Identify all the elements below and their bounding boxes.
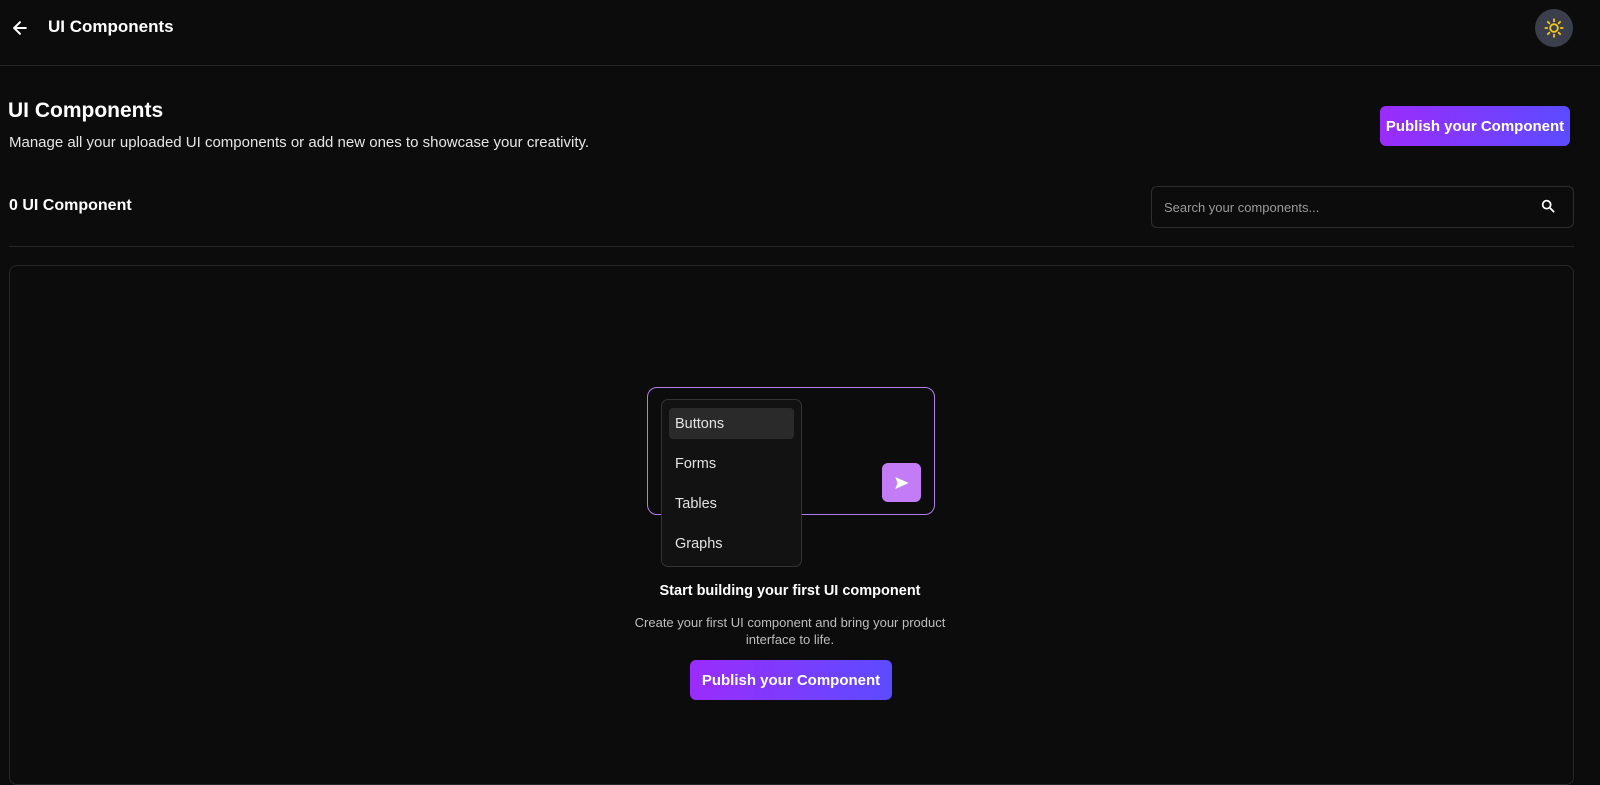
publish-component-button[interactable]: Publish your Component	[1380, 106, 1570, 146]
top-bar: UI Components	[0, 0, 1600, 66]
header-title: UI Components	[48, 17, 174, 36]
illustration-dropdown-menu: Buttons Forms Tables Graphs	[661, 399, 802, 567]
empty-state-description: Create your first UI component and bring…	[634, 615, 946, 647]
menu-item-buttons[interactable]: Buttons	[669, 408, 794, 439]
component-count: 0 UI Component	[9, 197, 132, 214]
theme-toggle-button[interactable]	[1535, 9, 1573, 47]
sun-icon	[1544, 18, 1564, 38]
empty-state-title: Start building your first UI component	[659, 583, 921, 599]
back-button[interactable]	[8, 16, 32, 40]
search-field	[1151, 186, 1574, 228]
menu-item-tables[interactable]: Tables	[669, 488, 794, 519]
search-icon[interactable]	[1540, 198, 1556, 214]
divider	[9, 246, 1574, 247]
send-icon	[894, 476, 909, 489]
empty-state-publish-button[interactable]: Publish your Component	[690, 660, 892, 700]
menu-item-graphs[interactable]: Graphs	[669, 528, 794, 559]
menu-item-forms[interactable]: Forms	[669, 448, 794, 479]
illustration-send-button	[882, 463, 921, 502]
search-input[interactable]	[1164, 187, 1524, 227]
page-subtitle: Manage all your uploaded UI components o…	[9, 134, 590, 151]
page-title: UI Components	[8, 99, 164, 122]
arrow-left-icon	[13, 21, 27, 35]
